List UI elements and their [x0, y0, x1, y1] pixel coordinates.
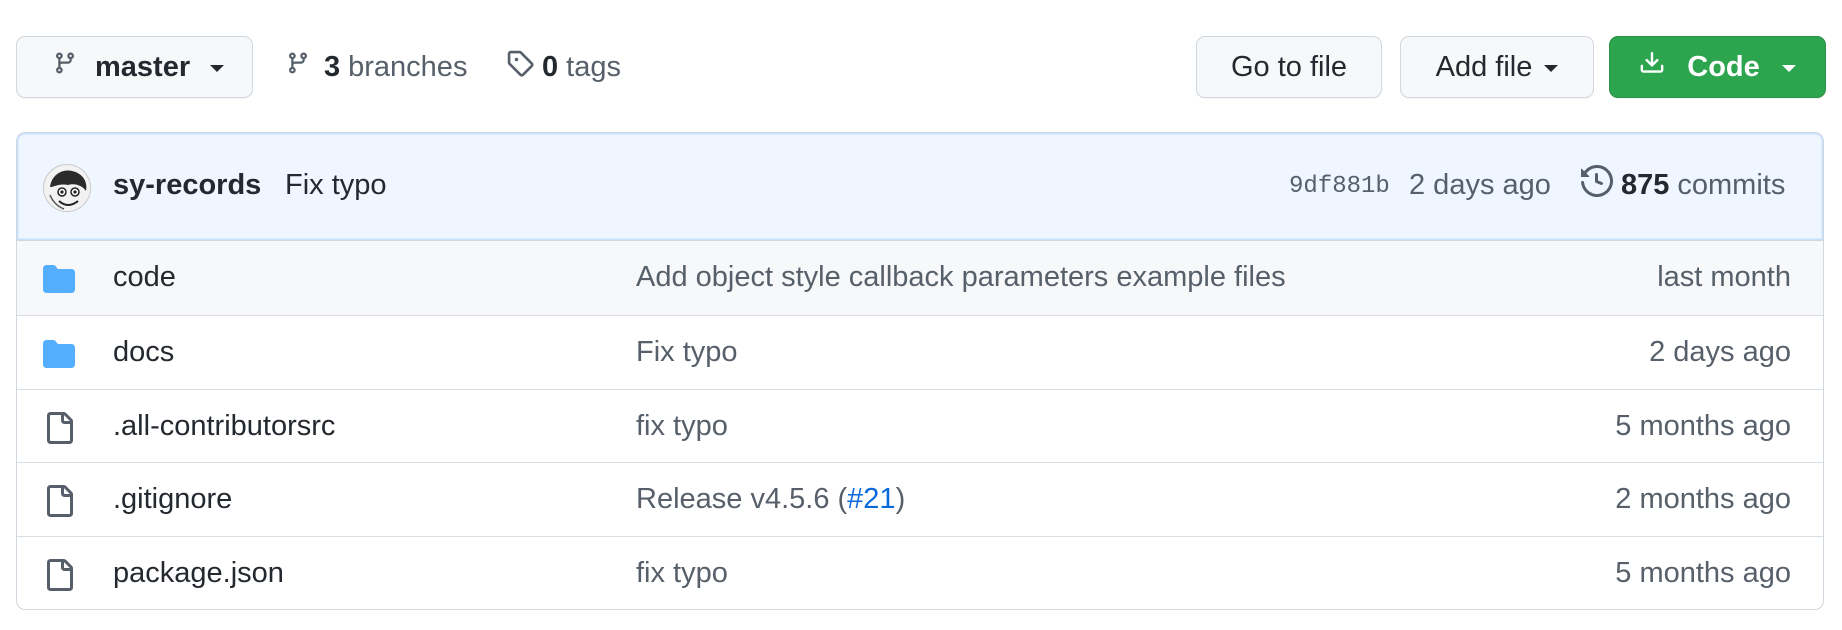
- folder-icon: [43, 338, 75, 370]
- file-name-link[interactable]: code: [113, 261, 176, 294]
- code-button[interactable]: Code: [1609, 36, 1826, 98]
- tags-label: tags: [566, 50, 621, 83]
- tags-count: 0: [542, 50, 559, 83]
- commits-history-link[interactable]: 875 commits: [1581, 163, 1785, 207]
- git-branch-icon: [53, 49, 77, 85]
- file-row: code Add object style callback parameter…: [17, 241, 1823, 315]
- file-age: last month: [1657, 261, 1791, 293]
- commit-message-link[interactable]: Fix typo: [285, 169, 387, 202]
- commit-author-link[interactable]: sy-records: [113, 169, 261, 202]
- file-commit-message: Release v4.5.6 (#21): [636, 483, 905, 516]
- chevron-down-icon: [210, 65, 225, 72]
- file-row: .all-contributorsrc fix typo 5 months ag…: [17, 388, 1823, 463]
- file-name-link[interactable]: .all-contributorsrc: [113, 410, 335, 443]
- history-icon: [1581, 164, 1614, 205]
- file-age: 5 months ago: [1615, 557, 1791, 590]
- go-to-file-button[interactable]: Go to file: [1196, 36, 1382, 98]
- file-browser: sy-records Fix typo 9df881b 2 days ago 8…: [16, 132, 1824, 610]
- file-name-link[interactable]: package.json: [113, 557, 284, 590]
- file-age: 2 days ago: [1649, 335, 1791, 368]
- commit-time: 2 days ago: [1409, 169, 1551, 201]
- file-commit-message-link[interactable]: Fix typo: [636, 336, 738, 369]
- file-row: .gitignore Release v4.5.6 (#21) 2 months…: [17, 462, 1823, 536]
- branch-name: master: [95, 50, 191, 83]
- tags-link[interactable]: 0 tags: [506, 36, 621, 98]
- go-to-file-label: Go to file: [1230, 50, 1348, 83]
- repo-toolbar: master 3 branches 0 tags Go to file Add …: [16, 36, 1826, 100]
- tag-icon: [506, 49, 534, 85]
- commit-count: 875: [1621, 168, 1670, 201]
- download-icon: [1639, 49, 1665, 85]
- latest-commit-bar: sy-records Fix typo 9df881b 2 days ago 8…: [17, 133, 1823, 241]
- file-age: 5 months ago: [1615, 409, 1791, 442]
- chevron-down-icon: [1544, 65, 1559, 72]
- file-row: package.json fix typo 5 months ago: [17, 536, 1823, 609]
- file-row: docs Fix typo 2 days ago: [17, 314, 1823, 389]
- file-icon: [43, 559, 75, 592]
- file-icon: [43, 411, 75, 444]
- avatar[interactable]: [43, 164, 91, 212]
- file-name-link[interactable]: .gitignore: [113, 483, 232, 516]
- git-branch-icon: [286, 49, 310, 85]
- folder-icon: [43, 263, 75, 295]
- code-label: Code: [1687, 50, 1760, 83]
- pull-request-link[interactable]: #21: [847, 483, 895, 515]
- file-age: 2 months ago: [1615, 483, 1791, 516]
- commit-sha-link[interactable]: 9df881b: [1289, 173, 1390, 200]
- file-commit-message-suffix[interactable]: ): [896, 483, 906, 515]
- file-commit-message-link[interactable]: fix typo: [636, 557, 728, 590]
- branches-count: 3: [324, 50, 341, 83]
- branches-label: branches: [348, 50, 468, 83]
- add-file-button[interactable]: Add file: [1400, 36, 1594, 98]
- file-commit-message-link[interactable]: Release v4.5.6 (: [636, 483, 847, 515]
- file-commit-message-link[interactable]: Add object style callback parameters exa…: [636, 261, 1286, 294]
- file-icon: [43, 485, 75, 518]
- chevron-down-icon: [1781, 65, 1796, 72]
- branch-select-button[interactable]: master: [16, 36, 253, 98]
- add-file-label: Add file: [1435, 50, 1533, 83]
- commits-label: commits: [1677, 168, 1786, 201]
- file-commit-message-link[interactable]: fix typo: [636, 410, 728, 443]
- branches-link[interactable]: 3 branches: [286, 36, 467, 98]
- file-name-link[interactable]: docs: [113, 336, 174, 369]
